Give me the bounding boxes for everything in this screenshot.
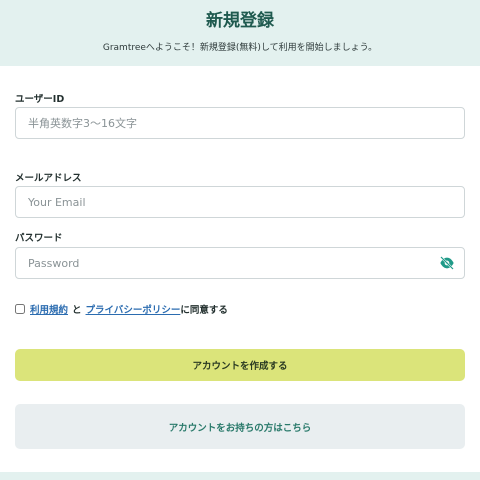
privacy-policy-link[interactable]: プライバシーポリシー [86, 302, 181, 316]
welcome-message: Gramtreeへようこそ！新規登録(無料)して利用を開始しましょう。 [102, 43, 378, 53]
agree-suffix-text: に同意する [180, 305, 228, 316]
login-link-button[interactable]: アカウントをお持ちの方はこちら [15, 404, 465, 449]
email-label: メールアドレス [15, 173, 82, 184]
eye-off-icon[interactable] [437, 255, 457, 271]
page-title: 新規登録 [206, 11, 274, 31]
terms-agreement: 利用規約 と プライバシーポリシー に同意する [15, 302, 228, 316]
terms-link[interactable]: 利用規約 [30, 302, 68, 316]
email-input[interactable] [15, 186, 465, 218]
create-account-button[interactable]: アカウントを作成する [15, 349, 465, 381]
user-id-label: ユーザーID [15, 94, 65, 105]
user-id-input[interactable] [15, 107, 465, 139]
and-text: と [72, 305, 82, 316]
password-input[interactable] [15, 247, 465, 279]
footer-strip [0, 472, 480, 480]
password-label: パスワード [15, 233, 63, 244]
page-header: 新規登録 Gramtreeへようこそ！新規登録(無料)して利用を開始しましょう。 [0, 0, 480, 66]
agree-checkbox[interactable] [15, 304, 25, 314]
